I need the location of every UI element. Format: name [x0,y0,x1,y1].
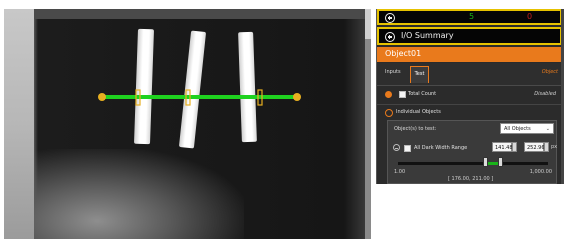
tab-inputs[interactable]: Inputs [385,69,401,75]
pass-fail-summary-row[interactable]: 5 0 [377,9,562,25]
dark-width-unit: px [551,144,558,150]
range-slider-track[interactable] [398,162,548,165]
objects-to-test-label: Object(s) to test: [394,126,437,132]
dark-width-label: All Dark Width Range [414,145,468,151]
dark-width-max-value: 252.96 [527,144,545,151]
object-status-label: Object [541,69,558,75]
range-slider-max-handle[interactable] [498,157,503,167]
object-settings-panel: 5 0 I/O Summary Object01 Inputs Test Obj… [376,9,562,184]
objects-to-test-select[interactable]: All Objects ⌄ [500,123,554,134]
minus-circle-icon[interactable] [393,144,400,151]
chevron-down-icon: ⌄ [545,126,550,132]
individual-objects-label: Individual Objects [396,109,441,115]
dark-width-min-input[interactable]: 141.48 [492,142,513,152]
dark-width-min-stepper[interactable] [512,142,517,152]
range-slider-max-label: 1,000.00 [529,169,552,175]
total-count-row: Total Count Disabled [377,87,562,102]
pass-count: 5 [469,12,475,21]
fail-count: 0 [527,12,533,21]
dark-width-row: All Dark Width Range 141.48 252.96 px [392,142,558,156]
minus-circle-icon[interactable] [385,109,393,117]
range-slider-current-range: [ 176.00, 211.00 ] [448,176,494,182]
object-header[interactable]: Object01 [377,47,562,62]
tab-test[interactable]: Test [410,66,429,83]
io-summary-label: I/O Summary [401,31,454,40]
total-count-checkbox[interactable] [399,91,406,98]
objects-to-test-value: All Objects [504,126,531,132]
inspection-line-start-handle[interactable] [98,93,106,101]
individual-objects-row[interactable]: Individual Objects [377,104,562,119]
status-dot-icon [385,91,392,98]
object-name: Object01 [385,49,422,58]
dark-width-min-value: 141.48 [495,144,513,151]
plus-circle-icon[interactable] [385,32,395,42]
app-window: 5 0 I/O Summary Object01 Inputs Test Obj… [0,0,564,244]
plus-circle-icon[interactable] [385,13,395,23]
dark-width-max-input[interactable]: 252.96 [524,142,545,152]
range-slider-min-label: 1.00 [394,169,406,175]
dark-width-checkbox[interactable] [404,145,411,152]
dark-width-max-stepper[interactable] [544,142,549,152]
total-count-label: Total Count [408,91,437,97]
tab-bar: Inputs Test Object [377,63,562,86]
range-slider-min-handle[interactable] [483,157,488,167]
io-summary-row[interactable]: I/O Summary [377,27,562,45]
inspection-line-end-handle[interactable] [293,93,301,101]
total-count-status: Disabled [534,91,556,97]
individual-objects-settings: Object(s) to test: All Objects ⌄ All Dar… [387,120,557,184]
